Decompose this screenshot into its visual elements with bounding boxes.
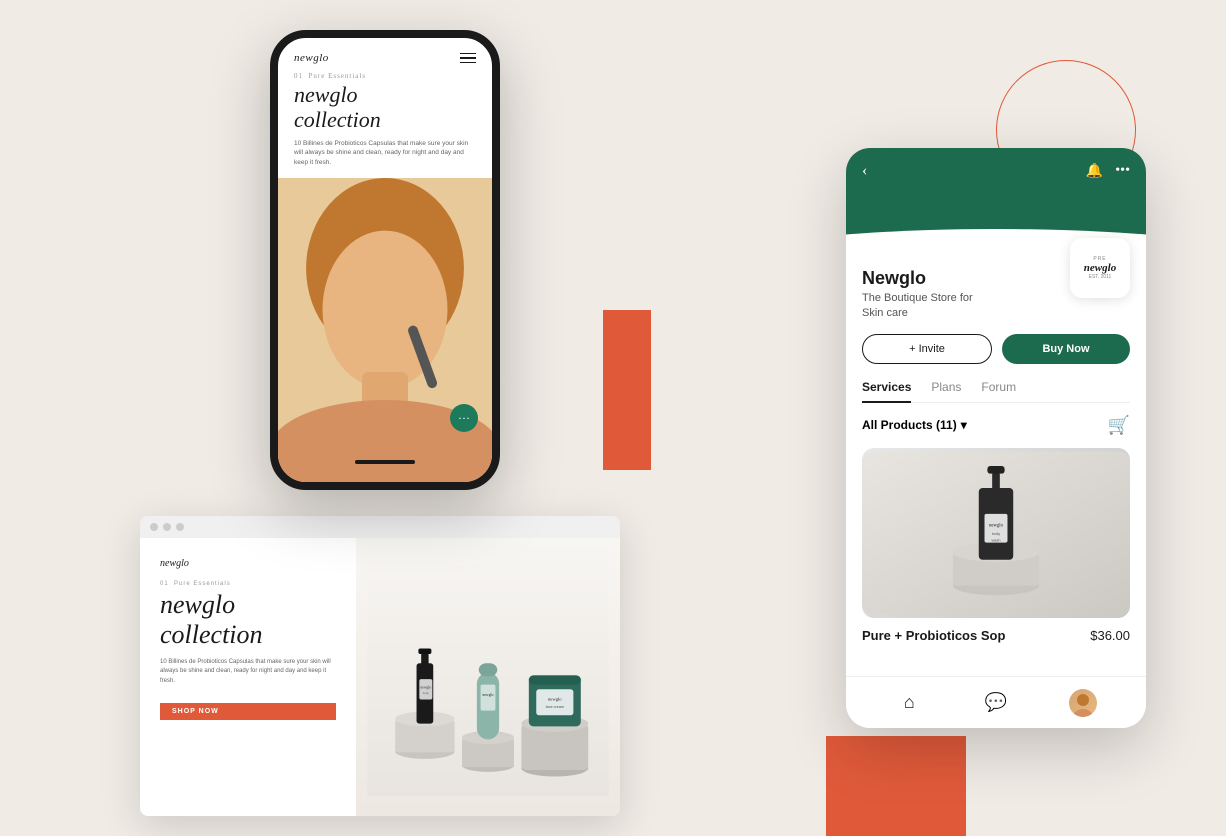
tab-plans[interactable]: Plans [931,380,961,402]
phone-brand-logo: newglo [294,52,329,64]
bottom-navigation: ⌂ 💬 [846,676,1146,728]
svg-text:body: body [992,532,1000,536]
app-tabs: Services Plans Forum [862,380,1130,403]
mobile-app-mockup: ‹ 🔔 ••• Newglo The Boutique Store for Sk… [846,148,1146,728]
phone-fab-button[interactable]: ··· [450,404,478,432]
product-name: Pure + Probioticos Sop [862,628,1005,643]
product-image: newglo body wash [862,448,1130,618]
app-back-button[interactable]: ‹ [862,162,867,180]
desktop-product-display: newglo body newglo [356,538,620,816]
phone-collection-title: newglocollection [278,82,492,139]
chat-nav-icon: 💬 [985,692,1007,713]
tab-forum[interactable]: Forum [981,380,1016,402]
profile-avatar [1069,689,1097,717]
titlebar-dot-3 [176,523,184,531]
svg-text:body: body [423,691,430,695]
phone-description: 10 Billines de Probioticos Capsulas that… [278,139,492,178]
nav-chat-button[interactable]: 💬 [978,685,1014,721]
home-nav-icon: ⌂ [904,692,915,713]
decorative-orange-bottom [826,736,966,836]
desktop-brand-logo: newglo [160,558,336,569]
titlebar-dot-2 [163,523,171,531]
titlebar-dot-1 [150,523,158,531]
phone-hero-image [278,178,492,482]
more-options-icon[interactable]: ••• [1115,163,1130,179]
shop-now-button[interactable]: SHOP NOW [160,703,336,720]
tab-services[interactable]: Services [862,380,911,402]
notification-bell-icon[interactable]: 🔔 [1086,163,1103,180]
desktop-step: 01 Pure Essentials [160,581,336,587]
nav-profile-button[interactable] [1065,685,1101,721]
hamburger-menu-icon[interactable] [460,53,476,64]
desktop-mockup: newglo 01 Pure Essentials newglocollecti… [140,516,620,816]
app-brand-subtitle: The Boutique Store for Skin care [862,291,973,322]
product-price: $36.00 [1090,628,1130,643]
app-logo-badge: PRE newglo EST. 2011 [1070,238,1130,298]
nav-home-button[interactable]: ⌂ [891,685,927,721]
decorative-orange-bar [603,310,651,470]
cart-icon[interactable]: 🛒 [1108,415,1130,436]
desktop-description: 10 Billines de Probioticos Capsulas that… [160,658,336,687]
svg-text:wash: wash [992,538,1001,542]
svg-text:newglo: newglo [483,693,494,697]
svg-text:newglo: newglo [420,685,431,689]
phone-step: 01 Pure Essentials [278,72,492,82]
phone-home-indicator [355,460,415,464]
buy-now-button[interactable]: Buy Now [1002,334,1130,364]
svg-text:newglo: newglo [548,697,562,702]
svg-text:newglo: newglo [989,523,1004,528]
products-filter-dropdown[interactable]: All Products (11) ▾ [862,418,967,432]
invite-button[interactable]: + Invite [862,334,992,364]
app-brand-name: Newglo [862,268,973,289]
svg-text:face cream: face cream [546,705,564,709]
phone-mockup: newglo 01 Pure Essentials newglocollecti… [270,30,500,490]
desktop-collection-title: newglocollection [160,590,336,650]
